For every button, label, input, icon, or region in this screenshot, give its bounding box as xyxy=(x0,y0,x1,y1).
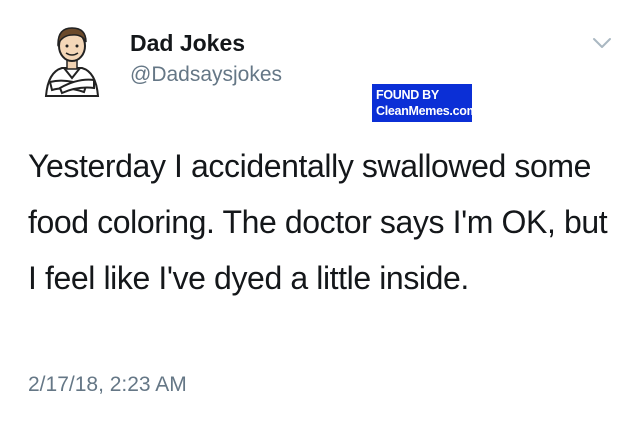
user-handle[interactable]: @Dadsaysjokes xyxy=(130,63,282,87)
watermark-badge: FOUND BY CleanMemes.com xyxy=(372,84,478,122)
tweet-text: Yesterday I accidentally swallowed some … xyxy=(28,148,608,296)
watermark-line-2: CleanMemes.com xyxy=(376,104,478,118)
display-name[interactable]: Dad Jokes xyxy=(130,30,245,57)
watermark-line-1: FOUND BY xyxy=(376,88,439,102)
chevron-down-icon[interactable] xyxy=(590,34,614,52)
avatar[interactable] xyxy=(36,20,108,98)
cartoon-man-avatar-icon xyxy=(44,27,100,97)
tweet-timestamp[interactable]: 2/17/18, 2:23 AM xyxy=(28,373,187,397)
